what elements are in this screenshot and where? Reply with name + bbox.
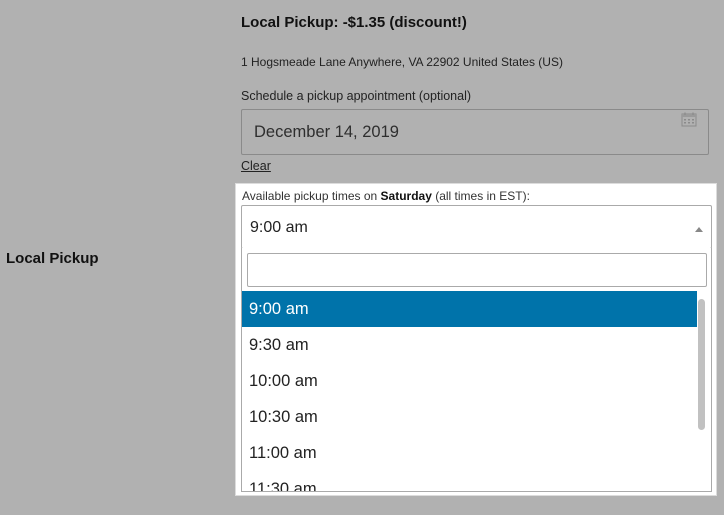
pickup-times-label: Available pickup times on Saturday (all … [242,189,530,203]
pickup-day: Saturday [380,189,432,203]
pickup-time-option[interactable]: 9:00 am [242,291,697,327]
pickup-time-select[interactable]: 9:00 am [241,205,712,249]
row-label-local-pickup: Local Pickup [6,250,99,267]
chevron-up-icon [695,227,703,232]
pickup-time-option[interactable]: 10:30 am [242,399,697,435]
pickup-time-option[interactable]: 10:00 am [242,363,697,399]
pickup-time-option[interactable]: 11:30 am [242,471,697,491]
pickup-time-selected-value: 9:00 am [250,219,308,236]
pickup-time-option[interactable]: 11:00 am [242,435,697,471]
pickup-times-panel: Available pickup times on Saturday (all … [235,183,717,496]
calendar-icon[interactable] [681,112,697,127]
clear-date-link[interactable]: Clear [241,159,271,173]
pickup-address: 1 Hogsmeade Lane Anywhere, VA 22902 Unit… [241,55,563,69]
pickup-time-options: 9:00 am 9:30 am 10:00 am 10:30 am 11:00 am 11… [242,291,697,491]
pickup-time-option[interactable]: 9:30 am [242,327,697,363]
schedule-label: Schedule a pickup appointment (optional) [241,89,472,103]
pickup-date-value: December 14, 2019 [254,123,399,141]
pickup-time-dropdown: 9:00 am 9:30 am 10:00 am 10:30 am 11:00 am 11… [241,248,712,492]
shipping-method-title: Local Pickup: -$1.35 (discount!) [241,14,467,31]
pickup-time-search-input[interactable] [247,253,707,287]
dropdown-scrollbar[interactable] [698,299,705,430]
pickup-date-field[interactable]: December 14, 2019 [241,109,709,155]
